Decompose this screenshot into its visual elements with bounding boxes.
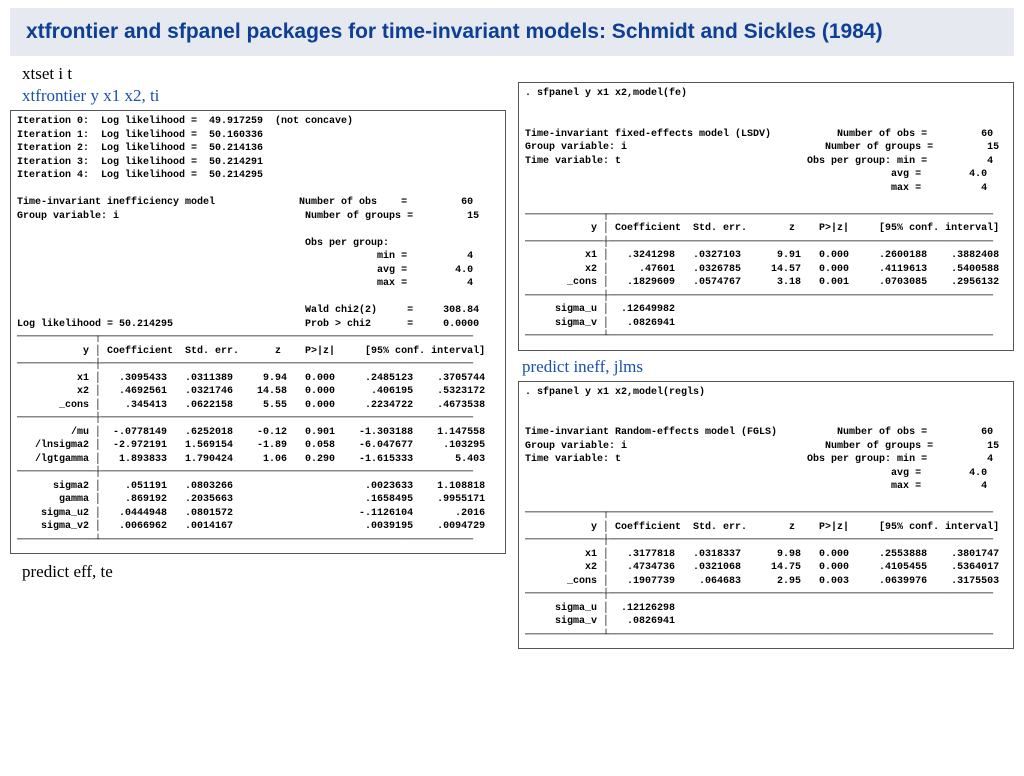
cmd-xtset: xtset i t xyxy=(22,64,506,84)
slide-content: xtset i t xtfrontier y x1 x2, ti Iterati… xyxy=(0,62,1024,655)
output-sfpanel-fe: . sfpanel y x1 x2,model(fe) Time-invaria… xyxy=(518,82,1014,351)
right-column: . sfpanel y x1 x2,model(fe) Time-invaria… xyxy=(518,62,1014,655)
cmd-xtfrontier: xtfrontier y x1 x2, ti xyxy=(22,86,506,106)
cmd-predict-ineff: predict ineff, jlms xyxy=(522,357,1014,377)
slide-title: xtfrontier and sfpanel packages for time… xyxy=(26,18,998,46)
slide-header: xtfrontier and sfpanel packages for time… xyxy=(10,8,1014,56)
output-sfpanel-regls: . sfpanel y x1 x2,model(regls) Time-inva… xyxy=(518,381,1014,650)
cmd-predict-eff: predict eff, te xyxy=(22,562,506,582)
output-xtfrontier: Iteration 0: Log likelihood = 49.917259 … xyxy=(10,110,506,554)
left-column: xtset i t xtfrontier y x1 x2, ti Iterati… xyxy=(10,62,506,655)
